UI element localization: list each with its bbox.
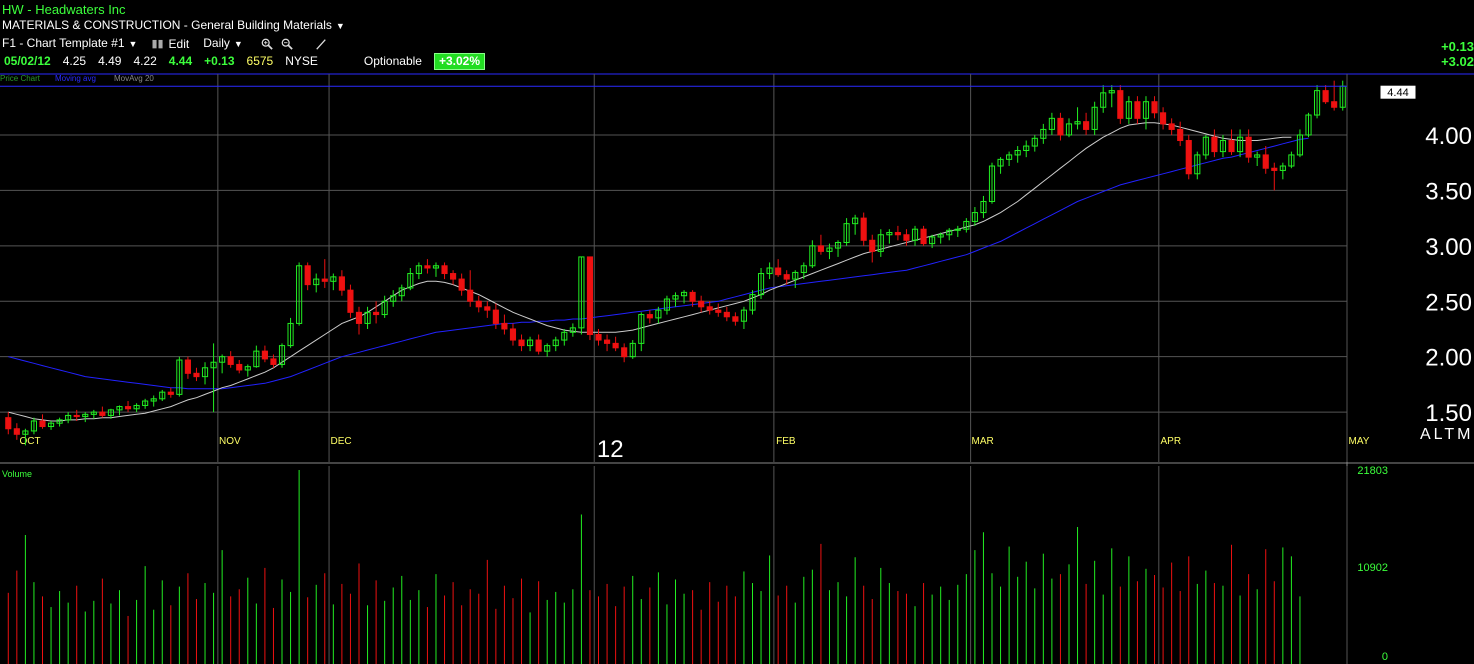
- candle-body: [1168, 123, 1175, 130]
- candle-body: [1322, 90, 1329, 103]
- candle-body: [338, 276, 345, 291]
- candle-body: [39, 420, 46, 428]
- candle-body: [715, 309, 722, 313]
- price-volume-chart[interactable]: 1.50 2.00 2.50 3.00 3.50 4.00 OCT NOV DEC 12 FEB MA…: [0, 0, 1474, 664]
- candle-body: [706, 306, 713, 311]
- candle-body: [1185, 140, 1192, 175]
- ma-slow-line: [8, 137, 1309, 390]
- candle-body: [124, 406, 132, 410]
- candle-body: [604, 339, 611, 344]
- candle-body: [1151, 101, 1158, 114]
- month-label: DEC: [330, 436, 351, 447]
- candle-body: [1228, 140, 1235, 153]
- candle-body: [227, 356, 234, 365]
- altm-label: ALTM: [1420, 426, 1473, 443]
- candle-body: [441, 265, 448, 275]
- month-label: APR: [1161, 436, 1182, 447]
- candle-body: [484, 306, 491, 311]
- candle-body: [535, 339, 542, 352]
- candle-body: [586, 256, 594, 336]
- candle-body: [903, 234, 910, 241]
- month-label: NOV: [219, 436, 241, 447]
- candle-body: [475, 300, 482, 308]
- candle-body: [450, 273, 457, 280]
- candle-body: [646, 314, 653, 319]
- candle-body: [689, 291, 696, 302]
- candle-body: [270, 358, 277, 365]
- price-tag-label: 4.44: [1387, 87, 1408, 99]
- ma-fast-line: [8, 122, 1292, 422]
- candle-body: [424, 265, 431, 269]
- candle-body: [1083, 121, 1090, 130]
- volume-tick-label: 21803: [1357, 465, 1388, 477]
- candle-body: [236, 363, 243, 371]
- candle-body: [1117, 90, 1124, 119]
- price-tick-label: 1.50: [1425, 400, 1472, 427]
- candle-body: [783, 274, 790, 280]
- candle-body: [775, 267, 782, 276]
- volume-tick-label: 0: [1382, 651, 1388, 663]
- candle-body: [1134, 101, 1141, 119]
- candle-body: [501, 322, 508, 330]
- candle-body: [167, 391, 174, 395]
- price-pane-study-label: Moving avg: [55, 74, 96, 83]
- candle-body: [467, 289, 474, 302]
- volume-tick-label: 10902: [1357, 562, 1388, 574]
- candle-body: [1262, 154, 1269, 169]
- candle-body: [518, 339, 525, 347]
- candle-body: [184, 359, 191, 374]
- price-pane-label: Price Chart: [0, 74, 41, 83]
- candle-body: [347, 289, 354, 313]
- price-tick-label: 2.00: [1425, 345, 1472, 372]
- candle-body: [621, 347, 628, 358]
- candle-body: [723, 311, 730, 318]
- candle-body: [304, 265, 311, 286]
- month-label: FEB: [776, 436, 796, 447]
- candle-body: [373, 311, 380, 316]
- candle-body: [1211, 136, 1218, 153]
- candle-body: [1271, 167, 1278, 171]
- month-label: MAY: [1349, 436, 1370, 447]
- year-label: 12: [597, 436, 624, 463]
- candle-body: [321, 278, 328, 282]
- candle-body: [13, 428, 20, 435]
- month-label: OCT: [19, 436, 40, 447]
- candle-body: [860, 217, 867, 241]
- candle-body: [1057, 117, 1064, 136]
- candle-body: [612, 342, 619, 349]
- candle-body: [5, 417, 12, 430]
- candle-body: [492, 309, 499, 324]
- candle-body: [261, 350, 268, 360]
- price-tick-label: 3.50: [1425, 178, 1472, 205]
- candle-body: [698, 300, 705, 308]
- price-tick-label: 2.50: [1425, 289, 1472, 316]
- candle-body: [73, 414, 80, 418]
- price-tick-label: 4.00: [1425, 123, 1472, 150]
- candle-body: [1160, 112, 1167, 125]
- candle-body: [99, 411, 106, 416]
- candle-body: [1245, 136, 1252, 158]
- candle-body: [732, 316, 739, 322]
- price-pane-ma-label: MovAvg 20: [114, 74, 154, 83]
- candle-body: [193, 372, 200, 378]
- candle-body: [355, 311, 363, 324]
- candle-body: [509, 328, 517, 341]
- candle-body: [1177, 128, 1184, 142]
- candle-body: [869, 239, 876, 252]
- volume-title: Volume: [2, 469, 32, 479]
- candle-body: [595, 334, 602, 341]
- candle-body: [920, 228, 927, 245]
- candle-body: [1331, 101, 1338, 108]
- candle-body: [817, 245, 824, 252]
- price-tick-label: 3.00: [1425, 234, 1472, 261]
- month-label: MAR: [972, 436, 994, 447]
- candle-body: [458, 278, 465, 291]
- candle-body: [894, 232, 901, 236]
